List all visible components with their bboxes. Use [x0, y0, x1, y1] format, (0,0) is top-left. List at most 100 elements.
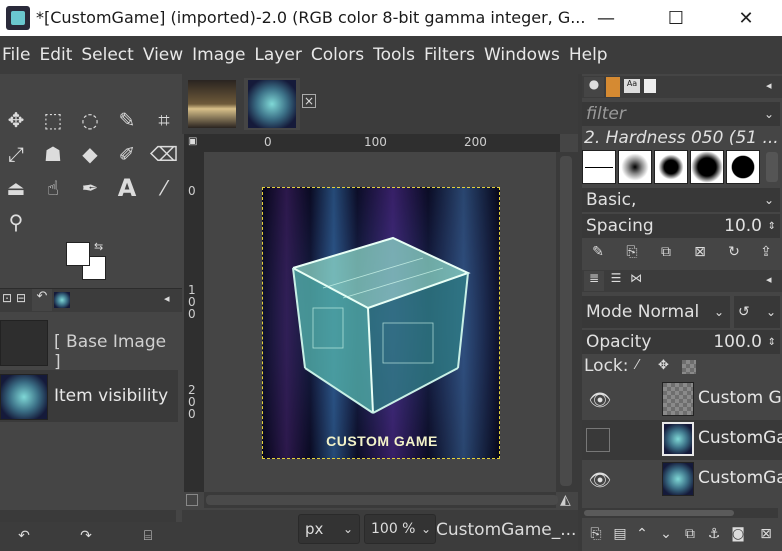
paintbrush-tool-icon[interactable]: ✐: [111, 138, 143, 170]
brush-scrollbar[interactable]: [766, 152, 778, 182]
fuzzy-select-tool-icon[interactable]: ✎: [111, 104, 143, 136]
lock-alpha-icon[interactable]: [682, 360, 696, 374]
color-picker-tool-icon[interactable]: ⁄: [148, 172, 180, 204]
lock-position-icon[interactable]: ✥: [658, 358, 669, 373]
menu-tools[interactable]: Tools: [373, 45, 420, 65]
smudge-tool-icon[interactable]: ☝: [37, 172, 69, 204]
refresh-brushes-icon[interactable]: ↻: [722, 240, 746, 264]
new-layer-group-icon[interactable]: ▤: [608, 522, 632, 546]
eye-icon[interactable]: 👁: [588, 388, 612, 412]
brush-filter-input[interactable]: filter ⌄: [582, 102, 780, 126]
device-status-tab-icon[interactable]: ⊟: [16, 291, 26, 305]
transform-tool-icon[interactable]: ⤢: [0, 138, 32, 170]
clone-tool-icon[interactable]: ⏏: [0, 172, 32, 204]
left-horizontal-scrollbar[interactable]: [0, 510, 176, 522]
menu-view[interactable]: View: [143, 45, 188, 65]
lower-layer-icon[interactable]: ⌄: [654, 522, 678, 546]
menu-layer[interactable]: Layer: [254, 45, 306, 65]
new-brush-icon[interactable]: ⎘: [620, 240, 644, 264]
edit-brush-icon[interactable]: ✎: [586, 240, 610, 264]
swap-colors-icon[interactable]: ⇆: [94, 240, 103, 253]
anchor-layer-icon[interactable]: ⚓: [702, 522, 726, 546]
layer-mode-reset[interactable]: ↺ ⌄: [734, 296, 780, 328]
unit-select[interactable]: px ⌄: [298, 514, 360, 544]
brush-hard-small[interactable]: [654, 150, 688, 184]
spinner-arrows-icon[interactable]: ⇕: [768, 337, 776, 348]
layer-row[interactable]: CustomGa: [582, 420, 782, 460]
lock-pixels-icon[interactable]: ⁄: [636, 358, 638, 373]
patterns-tab-icon[interactable]: [606, 77, 620, 97]
menu-windows[interactable]: Windows: [484, 45, 565, 65]
eye-icon[interactable]: 👁: [588, 468, 612, 492]
menu-help[interactable]: Help: [569, 45, 613, 65]
layer-row[interactable]: 👁 CustomGa: [582, 460, 782, 500]
navigate-icon[interactable]: [186, 494, 198, 506]
zoom-tool-icon[interactable]: ⚲: [0, 206, 32, 238]
close-tab-icon[interactable]: ×: [302, 94, 316, 108]
list-item[interactable]: Item visibility: [0, 370, 178, 422]
fonts-tab-icon[interactable]: Aa: [624, 79, 640, 93]
duplicate-brush-icon[interactable]: ⧉: [654, 240, 678, 264]
maximize-button[interactable]: ☐: [648, 0, 704, 36]
menu-filters[interactable]: Filters: [424, 45, 480, 65]
vertical-scroll-thumb[interactable]: [560, 156, 572, 486]
configure-tab-icon[interactable]: ◂: [766, 273, 772, 286]
layers-tab-icon[interactable]: ≣: [584, 271, 604, 291]
raise-layer-icon[interactable]: ⌃: [630, 522, 654, 546]
channels-tab-icon[interactable]: ☰: [606, 271, 626, 291]
mask-layer-icon[interactable]: ◙: [726, 522, 750, 546]
image-tab-car[interactable]: [184, 78, 240, 130]
menu-edit[interactable]: Edit: [39, 45, 77, 65]
move-tool-icon[interactable]: ✥: [0, 104, 32, 136]
brush-hardness-050[interactable]: [690, 150, 724, 184]
crop-tool-icon[interactable]: ⌗: [148, 104, 180, 136]
brush-soft-small[interactable]: [618, 150, 652, 184]
horizontal-scrollbar[interactable]: [204, 492, 558, 508]
clear-history-icon[interactable]: ⌸: [136, 524, 160, 548]
warp-tool-icon[interactable]: ☗: [37, 138, 69, 170]
image-canvas[interactable]: CUSTOM GAME: [262, 187, 500, 459]
zoom-fit-icon[interactable]: ◭: [560, 492, 571, 508]
tool-options-tab-icon[interactable]: ⊡: [2, 291, 12, 305]
menu-colors[interactable]: Colors: [311, 45, 369, 65]
spacing-spinner[interactable]: Spacing 10.0 ⇕: [582, 214, 780, 238]
opacity-spinner[interactable]: Opacity 100.0 ⇕: [582, 330, 780, 354]
brush-preset-select[interactable]: Basic, ⌄: [582, 188, 780, 212]
list-item[interactable]: [ Base Image ]: [0, 316, 178, 372]
menu-file[interactable]: File: [2, 45, 35, 65]
undo-icon[interactable]: ↶: [12, 524, 36, 548]
configure-tab-icon[interactable]: ◂: [766, 79, 772, 92]
foreground-color-swatch[interactable]: [66, 242, 90, 266]
paths-tool-icon[interactable]: ✒: [74, 172, 106, 204]
brush-hard-large[interactable]: [726, 150, 760, 184]
layer-scroll-thumb[interactable]: [584, 510, 734, 516]
image-tab-customgame[interactable]: [244, 78, 300, 130]
images-tab-icon[interactable]: [54, 292, 70, 308]
brushes-tab-icon[interactable]: ●: [584, 77, 604, 97]
bucket-fill-tool-icon[interactable]: ◆: [74, 138, 106, 170]
vertical-scrollbar[interactable]: [556, 152, 578, 492]
brush-line[interactable]: [582, 150, 616, 184]
rect-select-tool-icon[interactable]: ⬚: [37, 104, 69, 136]
eraser-tool-icon[interactable]: ⌫: [148, 138, 180, 170]
layer-row[interactable]: 👁 Custom G: [582, 380, 782, 420]
horizontal-scroll-thumb[interactable]: [206, 495, 558, 505]
delete-layer-icon[interactable]: ⊠: [754, 522, 778, 546]
minimize-button[interactable]: —: [578, 0, 634, 36]
vertical-ruler[interactable]: 0 1 0 0 2 0 0: [184, 152, 204, 492]
undo-history-tab-icon[interactable]: ↶: [32, 289, 52, 311]
open-brush-icon[interactable]: ⇪: [754, 240, 778, 264]
duplicate-layer-icon[interactable]: ⧉: [678, 522, 702, 546]
menu-select[interactable]: Select: [81, 45, 138, 65]
paths-tab-icon[interactable]: ⋈: [626, 271, 646, 291]
configure-tab-icon[interactable]: ◂: [164, 292, 170, 305]
visibility-toggle-off[interactable]: [586, 428, 610, 452]
zoom-select[interactable]: 100 % ⌄: [364, 514, 436, 544]
menu-image[interactable]: Image: [192, 45, 250, 65]
new-layer-icon[interactable]: ⎘: [584, 522, 608, 546]
layer-horizontal-scrollbar[interactable]: [582, 508, 778, 518]
ruler-corner[interactable]: ▣: [184, 134, 204, 152]
document-history-tab-icon[interactable]: [644, 79, 656, 93]
redo-icon[interactable]: ↷: [74, 524, 98, 548]
close-button[interactable]: ✕: [718, 0, 774, 36]
